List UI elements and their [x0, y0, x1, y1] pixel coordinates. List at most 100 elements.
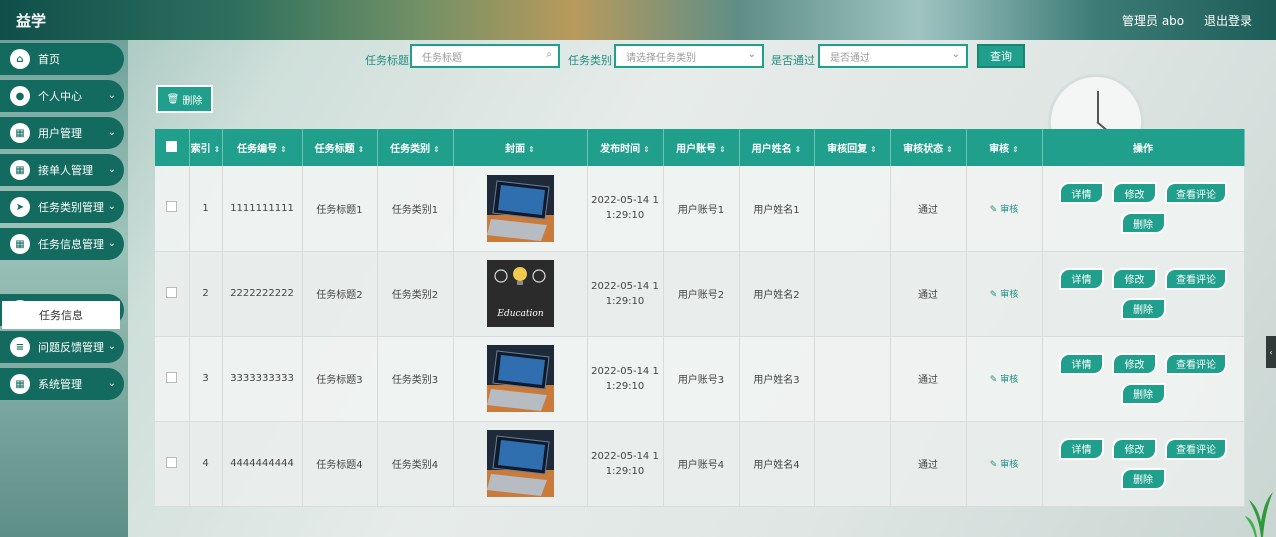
sort-icon[interactable]: ⇕: [795, 145, 802, 154]
column-header[interactable]: 索引 ⇕: [189, 129, 223, 166]
cell-cover: Education: [453, 251, 588, 337]
sidebar-item-label: 首页: [38, 53, 60, 66]
cell-account: 用户账号1: [663, 166, 740, 252]
cell-category: 任务类别1: [377, 166, 454, 252]
view-comments-button[interactable]: 查看评论: [1165, 352, 1227, 375]
edit-button[interactable]: 修改: [1112, 182, 1157, 205]
sort-icon[interactable]: ⇕: [719, 145, 726, 154]
view-comments-button[interactable]: 查看评论: [1165, 182, 1227, 205]
cell-status: 通过: [890, 166, 967, 252]
bulk-delete-button[interactable]: 🗑 删除: [156, 85, 213, 113]
cell-task-no: 2222222222: [222, 251, 303, 337]
cover-caption: Education: [496, 309, 543, 319]
cell-name: 用户姓名2: [739, 251, 815, 337]
chevron-down-icon: ⌄: [107, 127, 116, 138]
query-button[interactable]: 查询: [977, 44, 1025, 68]
audit-link[interactable]: ✎ 审核: [990, 460, 1018, 470]
search-category-label: 任务类别: [568, 54, 612, 67]
sort-icon[interactable]: ⇕: [214, 145, 221, 154]
column-header[interactable]: 用户账号 ⇕: [663, 129, 740, 166]
column-header[interactable]: 任务编号 ⇕: [222, 129, 303, 166]
sidebar-subitem-task-info[interactable]: 任务信息: [2, 301, 120, 329]
column-header[interactable]: 任务类别 ⇕: [377, 129, 454, 166]
table-row: 4 4444444444 任务标题4 任务类别4 2022-05-14 1 1:29:10…: [155, 421, 1245, 507]
time-line: 1:29:10: [605, 210, 645, 222]
search-title-input[interactable]: 任务标题 ⌕: [410, 44, 560, 68]
edit-button[interactable]: 修改: [1112, 267, 1157, 290]
sort-icon[interactable]: ⇕: [870, 145, 877, 154]
cell-cover: [453, 421, 588, 507]
sort-icon[interactable]: ⇕: [433, 145, 440, 154]
sidebar-item[interactable]: ➤ 任务类别管理 ⌄: [0, 191, 124, 223]
sort-icon[interactable]: ⇕: [358, 145, 365, 154]
column-header[interactable]: 用户姓名 ⇕: [739, 129, 815, 166]
collapse-tab-icon[interactable]: ‹: [1266, 336, 1276, 368]
cell-account: 用户账号2: [663, 251, 740, 337]
sort-icon[interactable]: ⇕: [643, 145, 650, 154]
user-icon: ●: [10, 86, 30, 106]
audit-link[interactable]: ✎ 审核: [990, 375, 1018, 385]
sidebar-item[interactable]: ▦ 用户管理 ⌄: [0, 117, 124, 149]
sidebar-item[interactable]: ▦ 系统管理 ⌄: [0, 368, 124, 400]
column-header[interactable]: 审核 ⇕: [966, 129, 1043, 166]
delete-button[interactable]: 删除: [1120, 212, 1166, 235]
sidebar-item[interactable]: ▦ 任务信息管理 ⌄: [0, 228, 124, 260]
cell-cover: [453, 336, 588, 422]
delete-button[interactable]: 删除: [1120, 467, 1166, 490]
row-checkbox[interactable]: [155, 336, 190, 422]
cell-actions: 详情 修改 查看评论删除: [1042, 421, 1245, 507]
column-header-label: 审核: [989, 144, 1010, 155]
task-table: 索引 ⇕ 任务编号 ⇕ 任务标题 ⇕ 任务类别 ⇕ 封面 ⇕ 发布时间 ⇕ 用户账号 ⇕ 用户姓名 ⇕ 审核回复…: [155, 129, 1245, 507]
cell-index: 3: [189, 336, 223, 422]
cell-cover: [453, 166, 588, 252]
edit-button[interactable]: 修改: [1112, 352, 1157, 375]
sort-icon[interactable]: ⇕: [528, 145, 535, 154]
column-header[interactable]: 封面 ⇕: [453, 129, 588, 166]
delete-button[interactable]: 删除: [1120, 297, 1166, 320]
row-checkbox[interactable]: [155, 421, 190, 507]
column-header[interactable]: 发布时间 ⇕: [587, 129, 664, 166]
time-line: 2022-05-14 1: [591, 450, 659, 462]
row-checkbox[interactable]: [155, 251, 190, 337]
sidebar-item[interactable]: ● 个人中心 ⌄: [0, 80, 124, 112]
search-category-select[interactable]: 请选择任务类别 ⌄: [614, 44, 764, 68]
sidebar-item[interactable]: ⌂ 首页: [0, 43, 124, 75]
row-checkbox[interactable]: [155, 166, 190, 252]
edit-icon: ✎: [989, 460, 1001, 470]
audit-link[interactable]: ✎ 审核: [990, 205, 1018, 215]
detail-button[interactable]: 详情: [1059, 267, 1104, 290]
detail-button[interactable]: 详情: [1059, 352, 1104, 375]
delete-button[interactable]: 删除: [1120, 382, 1166, 405]
column-header[interactable]: 审核状态 ⇕: [890, 129, 967, 166]
column-header[interactable]: 任务标题 ⇕: [302, 129, 378, 166]
sidebar-item[interactable]: ≡ 问题反馈管理 ⌄: [0, 331, 124, 363]
sort-icon[interactable]: ⇕: [280, 145, 287, 154]
cover-image: [486, 345, 554, 412]
chevron-down-icon: ⌄: [107, 378, 116, 389]
cell-reply: [814, 251, 891, 337]
cell-audit: ✎ 审核: [966, 336, 1043, 422]
audit-link[interactable]: ✎ 审核: [990, 290, 1018, 300]
cell-task-no: 3333333333: [222, 336, 303, 422]
edit-button[interactable]: 修改: [1112, 437, 1157, 460]
search-pass-select[interactable]: 是否通过 ⌄: [818, 44, 968, 68]
view-comments-button[interactable]: 查看评论: [1165, 437, 1227, 460]
time-line: 1:29:10: [605, 465, 645, 477]
detail-button[interactable]: 详情: [1059, 182, 1104, 205]
column-header[interactable]: 审核回复 ⇕: [814, 129, 891, 166]
chevron-down-icon: ⌄: [951, 49, 960, 60]
logout-link[interactable]: 退出登录: [1204, 14, 1252, 28]
cell-time: 2022-05-14 1 1:29:10: [587, 166, 664, 252]
sidebar-item-label: 系统管理: [38, 378, 82, 391]
time-line: 2022-05-14 1: [591, 195, 659, 207]
sort-icon[interactable]: ⇕: [1012, 145, 1019, 154]
detail-button[interactable]: 详情: [1059, 437, 1104, 460]
view-comments-button[interactable]: 查看评论: [1165, 267, 1227, 290]
select-all-checkbox[interactable]: [155, 129, 190, 166]
cell-actions: 详情 修改 查看评论删除: [1042, 166, 1245, 252]
sort-icon[interactable]: ⇕: [946, 145, 953, 154]
sidebar-item[interactable]: ▦ 接单人管理 ⌄: [0, 154, 124, 186]
column-header-label: 任务标题: [314, 144, 355, 155]
time-line: 1:29:10: [605, 380, 645, 392]
table-header-row: 索引 ⇕ 任务编号 ⇕ 任务标题 ⇕ 任务类别 ⇕ 封面 ⇕ 发布时间 ⇕ 用户账号 ⇕ 用户姓名 ⇕ 审核回复…: [155, 129, 1245, 166]
